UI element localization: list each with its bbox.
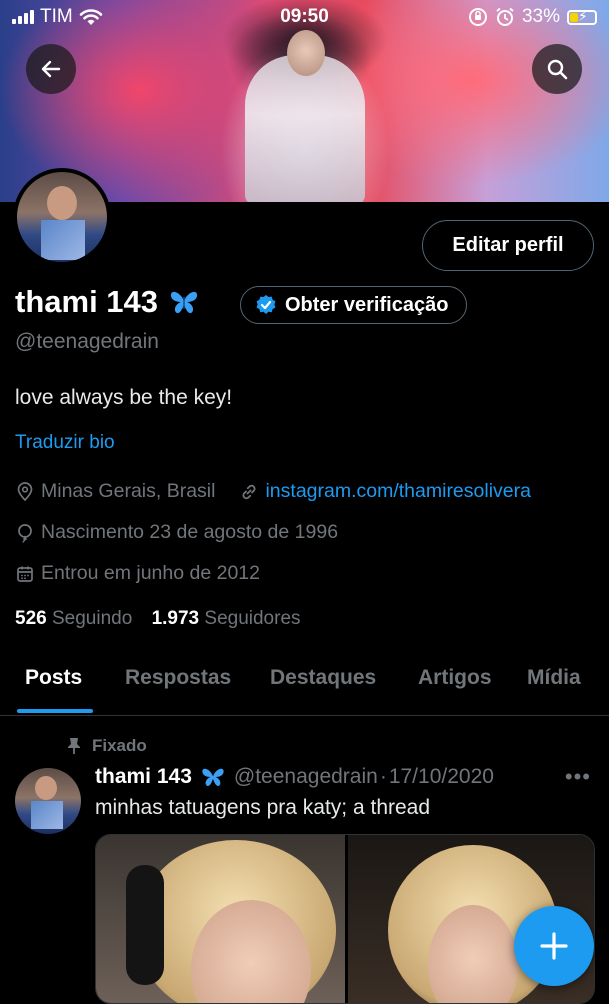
post-date[interactable]: 17/10/2020 (389, 765, 494, 789)
post-author-avatar[interactable] (15, 768, 81, 834)
banner-head (287, 30, 325, 76)
meta-row-location: Minas Gerais, Brasil instagram.com/thami… (15, 480, 531, 503)
battery-icon: ⚡ (567, 8, 597, 25)
search-icon (547, 59, 568, 80)
post-separator: · (379, 765, 387, 788)
balloon-icon (18, 523, 32, 543)
followers-count: 1.973 (151, 608, 200, 629)
butterfly-icon (170, 291, 198, 314)
search-button[interactable] (532, 44, 582, 94)
translate-bio-link[interactable]: Traduzir bio (15, 432, 115, 454)
followers-link[interactable]: 1.973 Seguidores (152, 608, 301, 629)
post-author-handle[interactable]: @teenagedrain (234, 765, 378, 789)
arrow-left-icon (41, 60, 61, 78)
status-right: 33% ⚡ (468, 6, 597, 28)
orientation-lock-icon (468, 8, 487, 26)
calendar-icon (17, 566, 33, 582)
tab-highlights[interactable]: Destaques (270, 666, 376, 690)
website-link[interactable]: instagram.com/thamiresolivera (265, 480, 531, 503)
tab-articles[interactable]: Artigos (418, 666, 492, 690)
meta-row-joined: Entrou em junho de 2012 (15, 562, 260, 585)
birthday-text: Nascimento 23 de agosto de 1996 (41, 521, 339, 543)
get-verified-button[interactable]: Obter verificação (240, 286, 468, 324)
profile-avatar[interactable] (13, 168, 111, 266)
location-text: Minas Gerais, Brasil (41, 480, 216, 502)
pinned-label: Fixado (92, 736, 147, 755)
tab-media[interactable]: Mídia (527, 666, 581, 690)
tab-replies[interactable]: Respostas (125, 666, 231, 690)
pin-icon (68, 738, 80, 754)
active-tab-indicator (17, 709, 93, 713)
battery-percent: 33% (521, 6, 560, 27)
profile-tabs: Posts Respostas Destaques Artigos Mídia (0, 660, 609, 716)
verified-badge-icon (256, 295, 276, 314)
meta-row-birthday: Nascimento 23 de agosto de 1996 (15, 521, 338, 544)
followers-label: Seguidores (204, 608, 301, 629)
tab-posts[interactable]: Posts (25, 666, 82, 690)
profile-handle: @teenagedrain (15, 330, 159, 353)
post-author-name[interactable]: thami 143 (95, 765, 192, 789)
post-text: minhas tatuagens pra katy; a thread (95, 796, 431, 819)
plus-icon (540, 932, 568, 960)
compose-post-button[interactable] (514, 906, 594, 986)
get-verified-label: Obter verificação (285, 293, 449, 316)
post-image-1[interactable] (96, 835, 345, 1003)
pinned-indicator: Fixado (66, 736, 147, 756)
status-bar: TIM 09:50 33% ⚡ (0, 0, 609, 34)
post-header: thami 143 @teenagedrain · 17/10/2020 (95, 765, 494, 789)
display-name: thami 143 (15, 284, 159, 319)
post-more-options-icon[interactable]: ••• (565, 764, 591, 790)
following-link[interactable]: 526 Seguindo (15, 608, 132, 629)
link-icon (243, 484, 256, 499)
joined-text: Entrou em junho de 2012 (41, 562, 260, 584)
banner-figure (245, 55, 365, 202)
back-button[interactable] (26, 44, 76, 94)
profile-bio: love always be the key! (15, 386, 233, 409)
following-count: 526 (15, 608, 47, 629)
follow-stats: 526 Seguindo 1.973 Seguidores (15, 608, 301, 630)
edit-profile-button[interactable]: Editar perfil (422, 220, 594, 271)
location-pin-icon (17, 481, 33, 501)
post-media-grid[interactable] (95, 834, 595, 1004)
butterfly-icon (202, 768, 224, 787)
following-label: Seguindo (51, 608, 133, 629)
display-name-row: thami 143 (15, 284, 200, 320)
alarm-icon (496, 7, 514, 26)
